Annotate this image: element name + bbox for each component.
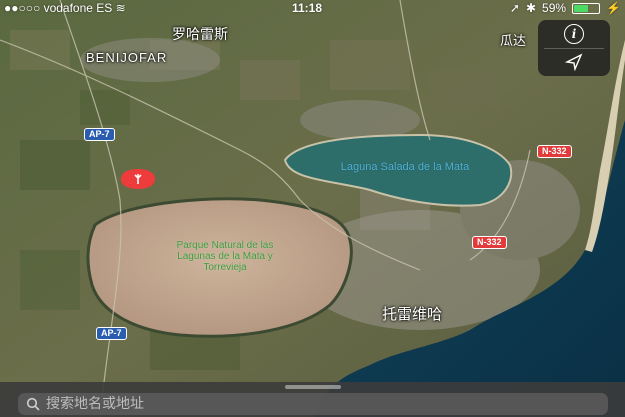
park-label-parque-natural[interactable]: Parque Natural de las Lagunas de la Mata… bbox=[160, 240, 290, 273]
location-services-icon: ➚ bbox=[509, 1, 520, 15]
maps-screen: { "status_bar": { "carrier": "●●○○○ voda… bbox=[0, 0, 625, 417]
status-right: ➚ ✱ 59% ⚡ bbox=[510, 0, 621, 16]
place-label-torrevieja[interactable]: 托雷维哈 bbox=[382, 303, 442, 324]
charging-icon: ⚡ bbox=[606, 1, 621, 15]
bluetooth-icon: ✱ bbox=[525, 1, 537, 15]
battery-percent: 59% bbox=[542, 1, 567, 15]
search-icon bbox=[26, 397, 40, 411]
road-shield-n332: N-332 bbox=[537, 145, 572, 158]
carrier-label: ●●○○○ vodafone ES ≋ bbox=[4, 1, 126, 15]
road-shield-n332: N-332 bbox=[472, 236, 507, 249]
search-field[interactable] bbox=[18, 393, 608, 415]
tracking-button[interactable] bbox=[538, 48, 610, 76]
map-controls: i bbox=[538, 20, 610, 76]
info-button[interactable]: i bbox=[538, 20, 610, 48]
road-shield-ap7: AP-7 bbox=[96, 327, 127, 340]
place-label-rojales[interactable]: 罗哈雷斯 bbox=[172, 24, 228, 44]
road-shield-ap7: AP-7 bbox=[84, 128, 115, 141]
wifi-icon: ≋ bbox=[115, 1, 126, 15]
water-label-laguna-salada[interactable]: Laguna Salada de la Mata bbox=[340, 161, 470, 173]
map-pin-icon[interactable] bbox=[117, 169, 159, 189]
clock: 11:18 bbox=[292, 1, 323, 15]
battery-icon bbox=[572, 2, 601, 14]
sheet-grabber[interactable] bbox=[285, 385, 341, 389]
search-input[interactable] bbox=[40, 396, 608, 412]
info-icon: i bbox=[564, 24, 584, 44]
place-label-guardamar[interactable]: 瓜达 bbox=[500, 30, 526, 49]
place-label-benijofar[interactable]: BENIJOFAR bbox=[86, 50, 167, 65]
status-bar: ●●○○○ vodafone ES ≋ 11:18 ➚ ✱ 59% ⚡ bbox=[0, 0, 625, 16]
location-arrow-icon bbox=[565, 53, 583, 71]
search-panel bbox=[0, 382, 625, 417]
